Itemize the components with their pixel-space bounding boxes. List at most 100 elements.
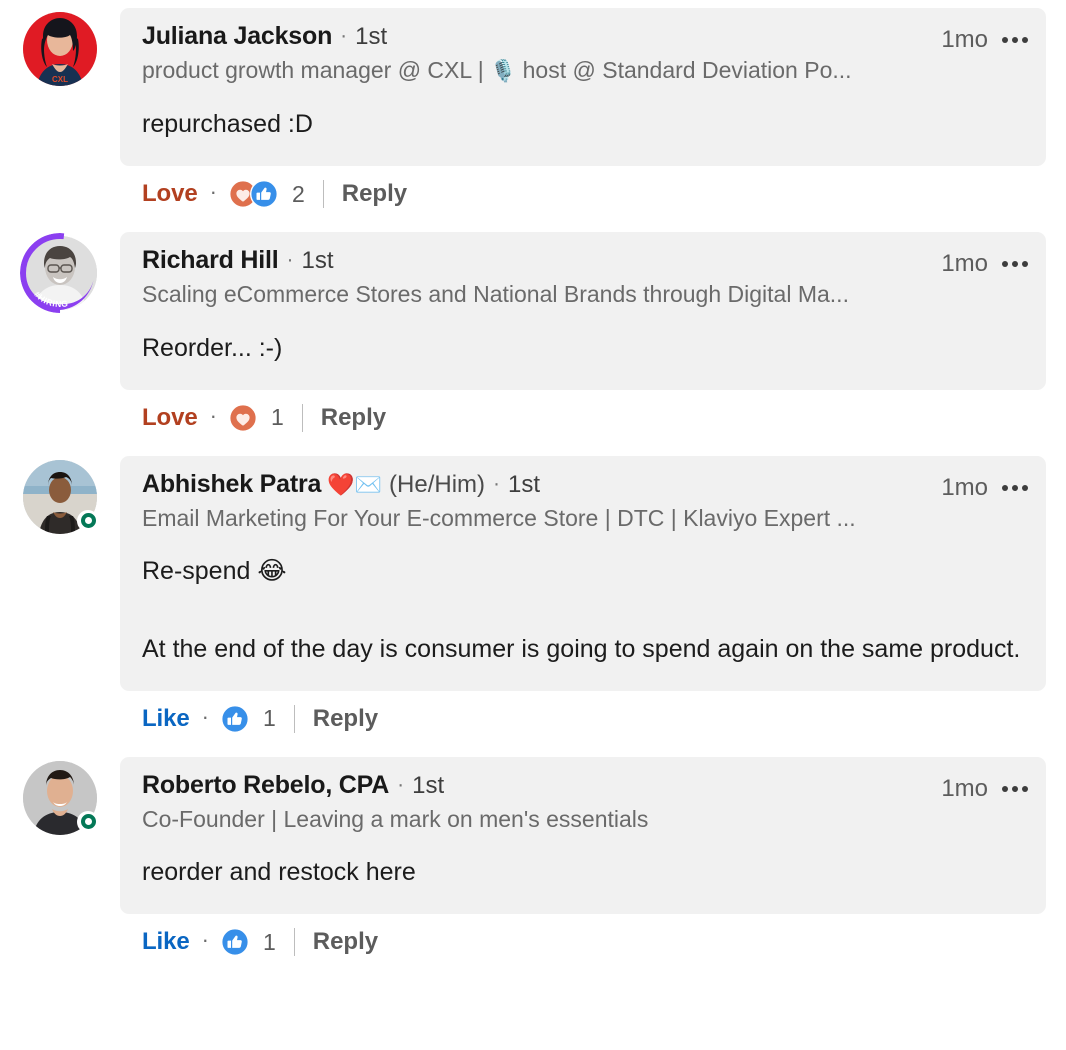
- author-line: Roberto Rebelo, CPA · 1st: [142, 771, 929, 800]
- author-name[interactable]: Roberto Rebelo, CPA: [142, 771, 389, 800]
- reaction-icons: [220, 704, 249, 733]
- comment-text: Re-spend 😂 At the end of the day is cons…: [142, 557, 1021, 663]
- open-to-work-badge-icon: [77, 509, 99, 532]
- reaction-count: 2: [291, 180, 305, 207]
- author-block: Abhishek Patra ❤️✉️ (He/Him) · 1st Email…: [142, 470, 929, 533]
- reactions-summary[interactable]: 2: [228, 180, 305, 208]
- reaction-count: 1: [262, 705, 276, 731]
- comment-bubble: Richard Hill · 1st Scaling eCommerce Sto…: [120, 232, 1046, 390]
- comment-header: Richard Hill · 1st Scaling eCommerce Sto…: [142, 246, 1028, 309]
- reactions-summary[interactable]: 1: [220, 704, 276, 733]
- avatar-column: [0, 757, 120, 835]
- svg-text:CXL: CXL: [52, 75, 68, 84]
- separator-dot: ·: [493, 471, 501, 495]
- action-separator-dot: ·: [209, 402, 217, 428]
- more-options-icon[interactable]: [1002, 785, 1028, 792]
- comment-header: Juliana Jackson · 1st product growth man…: [142, 22, 1028, 85]
- author-headline: Email Marketing For Your E-commerce Stor…: [142, 504, 856, 531]
- comments-list: CXL Juliana Jackson · 1st product growth…: [0, 0, 1066, 956]
- comment-text: reorder and restock here: [142, 858, 416, 887]
- author-block: Roberto Rebelo, CPA · 1st Co-Founder | L…: [142, 771, 929, 834]
- list-top-spacer: [0, 0, 1066, 8]
- comment-actions: Love · 1 Reply: [120, 390, 1046, 432]
- avatar-wrap[interactable]: [23, 760, 99, 835]
- reactions-summary[interactable]: 1: [220, 928, 276, 956]
- comment-meta: 1mo: [941, 246, 1028, 278]
- like-button[interactable]: Like: [142, 928, 190, 956]
- more-options-icon[interactable]: [1002, 37, 1028, 43]
- headline-prefix: product growth manager @ CXL |: [142, 57, 491, 83]
- avatar-wrap[interactable]: #HIRING: [20, 233, 100, 313]
- like-button[interactable]: Like: [142, 705, 190, 733]
- comment-bubble: Juliana Jackson · 1st product growth man…: [120, 8, 1046, 166]
- avatar-column: [0, 456, 120, 534]
- comment-bubble: Abhishek Patra ❤️✉️ (He/Him) · 1st Email…: [120, 455, 1046, 691]
- comment-item: Abhishek Patra ❤️✉️ (He/Him) · 1st Email…: [0, 455, 1066, 733]
- connection-degree: 1st: [301, 247, 334, 274]
- comment-spacer: [0, 208, 1066, 232]
- action-divider: [293, 704, 295, 733]
- connection-degree: 1st: [355, 23, 388, 50]
- avatar-column: #HIRING: [0, 232, 120, 313]
- reply-button[interactable]: Reply: [321, 404, 386, 432]
- headline-suffix: host @ Standard Deviation Po...: [516, 57, 852, 83]
- comment-header: Abhishek Patra ❤️✉️ (He/Him) · 1st Email…: [142, 470, 1028, 533]
- author-line: Juliana Jackson · 1st: [142, 22, 929, 51]
- comment-actions: Like · 1 Reply: [120, 691, 1046, 733]
- like-reaction-icon: [220, 928, 249, 956]
- love-button[interactable]: Love: [142, 404, 198, 432]
- comment-main: Juliana Jackson · 1st product growth man…: [120, 8, 1046, 208]
- love-button[interactable]: Love: [142, 180, 198, 208]
- timestamp: 1mo: [941, 250, 988, 277]
- like-reaction-icon: [249, 180, 278, 208]
- open-to-work-badge-icon: [77, 810, 99, 833]
- comment-meta: 1mo: [941, 22, 1028, 54]
- timestamp: 1mo: [941, 473, 988, 501]
- comment-header: Roberto Rebelo, CPA · 1st Co-Founder | L…: [142, 771, 1028, 834]
- avatar-wrap[interactable]: CXL: [23, 12, 97, 86]
- more-options-icon[interactable]: [1002, 261, 1028, 267]
- action-divider: [301, 403, 303, 432]
- author-block: Richard Hill · 1st Scaling eCommerce Sto…: [142, 246, 929, 309]
- comment-text: Reorder... :-): [142, 333, 283, 362]
- author-headline: Co-Founder | Leaving a mark on men's ess…: [142, 805, 649, 832]
- comment-main: Abhishek Patra ❤️✉️ (He/Him) · 1st Email…: [120, 455, 1046, 733]
- author-name[interactable]: Juliana Jackson: [142, 22, 332, 51]
- author-block: Juliana Jackson · 1st product growth man…: [142, 22, 929, 85]
- action-separator-dot: ·: [201, 927, 209, 952]
- separator-dot: ·: [340, 24, 348, 47]
- comment-text: repurchased :D: [142, 110, 313, 139]
- separator-dot: ·: [286, 248, 294, 271]
- reaction-icons: [228, 180, 278, 208]
- more-options-icon[interactable]: [1002, 484, 1028, 491]
- author-name[interactable]: Richard Hill: [142, 246, 279, 275]
- pronouns: (He/Him): [389, 470, 486, 498]
- reactions-summary[interactable]: 1: [228, 403, 284, 432]
- love-reaction-icon: [228, 403, 257, 432]
- comment-main: Richard Hill · 1st Scaling eCommerce Sto…: [120, 232, 1046, 432]
- microphone-icon: 🎙️: [490, 60, 517, 83]
- author-line: Richard Hill · 1st: [142, 246, 929, 275]
- connection-degree: 1st: [508, 470, 541, 498]
- comment-main: Roberto Rebelo, CPA · 1st Co-Founder | L…: [120, 756, 1046, 956]
- timestamp: 1mo: [941, 26, 988, 53]
- author-name[interactable]: Abhishek Patra: [142, 470, 321, 499]
- comment-item: #HIRING Richard Hill · 1st Scaling eComm…: [0, 232, 1066, 432]
- comment-spacer: [0, 432, 1066, 456]
- avatar[interactable]: CXL: [23, 12, 97, 86]
- author-line: Abhishek Patra ❤️✉️ (He/Him) · 1st: [142, 470, 929, 499]
- action-divider: [322, 180, 324, 208]
- action-divider: [293, 928, 295, 956]
- avatar[interactable]: [23, 236, 97, 310]
- action-separator-dot: ·: [209, 179, 217, 204]
- author-headline: Scaling eCommerce Stores and National Br…: [142, 281, 849, 307]
- reply-button[interactable]: Reply: [313, 705, 378, 733]
- reply-button[interactable]: Reply: [313, 928, 378, 956]
- reaction-count: 1: [270, 404, 284, 430]
- comment-meta: 1mo: [941, 771, 1028, 803]
- avatar-wrap[interactable]: [23, 459, 99, 534]
- like-reaction-icon: [220, 704, 249, 733]
- reply-button[interactable]: Reply: [342, 180, 407, 208]
- reaction-icons: [228, 403, 257, 432]
- reaction-count: 1: [262, 928, 276, 955]
